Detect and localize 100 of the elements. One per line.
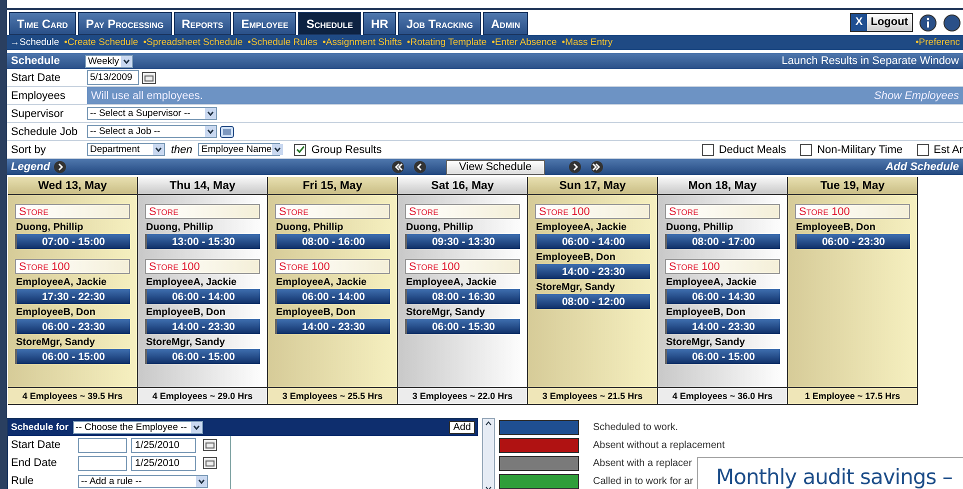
legend-label: Absent without a replacement [593, 440, 725, 450]
shift-bar[interactable]: 14:00 - 23:30 [535, 264, 650, 279]
time-field[interactable] [78, 456, 127, 470]
checkbox[interactable] [800, 144, 812, 156]
view-schedule-button[interactable]: View Schedule [446, 160, 545, 174]
calendar-icon[interactable] [203, 439, 217, 451]
employee-select[interactable]: -- Choose the Employee -- [72, 421, 203, 434]
day-header: Sat 16, May [398, 177, 527, 195]
field-label: Supervisor [10, 108, 65, 120]
section-title: Schedule [11, 55, 61, 67]
arrow-right-icon[interactable] [568, 161, 581, 173]
shift-bar[interactable]: 06:00 - 15:00 [665, 349, 780, 364]
arrow-right-icon[interactable] [54, 161, 66, 173]
nav-tab[interactable]: HR [362, 12, 396, 35]
supervisor-select[interactable]: -- Select a Supervisor -- [87, 107, 217, 120]
shift-bar[interactable]: 14:00 - 23:30 [275, 319, 390, 334]
subnav-link[interactable]: •Assignment Shifts [322, 37, 402, 48]
nav-tab[interactable]: Schedule [298, 12, 361, 35]
checkbox[interactable] [294, 144, 306, 156]
shift-bar[interactable]: 17:30 - 22:30 [15, 289, 130, 304]
employee-name: EmployeeB, Don [666, 307, 746, 318]
store-label: Store 100 [15, 259, 130, 274]
launch-link[interactable]: Launch Results in Separate Window [782, 55, 959, 67]
day-header: Mon 18, May [658, 177, 787, 195]
dropdown-caret-icon [272, 144, 283, 155]
calendar-icon[interactable] [142, 72, 156, 84]
shift-bar[interactable]: 06:00 - 14:00 [145, 289, 260, 304]
shift-bar[interactable]: 14:00 - 23:30 [145, 319, 260, 334]
shift-bar[interactable]: 07:00 - 15:00 [15, 234, 130, 249]
shift-bar[interactable]: 06:00 - 23:30 [795, 234, 910, 249]
shift-bar[interactable]: 14:00 - 23:30 [665, 319, 780, 334]
logout-button[interactable]: X Logout [850, 13, 913, 32]
sort-select[interactable]: Employee Name [198, 143, 280, 156]
checkbox[interactable] [702, 144, 714, 156]
add-button[interactable]: Add [449, 421, 475, 434]
store-label: Store [405, 204, 520, 219]
checkbox-label: Deduct Meals [718, 144, 786, 156]
shift-bar[interactable]: 08:00 - 16:00 [275, 234, 390, 249]
store-label: Store [275, 204, 390, 219]
shift-bar[interactable]: 06:00 - 15:00 [145, 349, 260, 364]
date-field[interactable]: 5/13/2009 [87, 70, 139, 85]
shift-bar[interactable]: 06:00 - 15:00 [15, 349, 130, 364]
sort-select[interactable]: Department [87, 143, 165, 156]
checkbox-label: Est Ar [934, 144, 963, 156]
checkbox[interactable] [916, 144, 929, 156]
subnav-link[interactable]: •Enter Absence [492, 37, 557, 48]
field-label: Sort by [10, 144, 47, 156]
shift-bar[interactable]: 06:00 - 14:00 [275, 289, 390, 304]
subnav-link[interactable]: •Spreadsheet Schedule [143, 37, 243, 48]
employee-name: Duong, Phillip [16, 222, 84, 233]
scrollbar[interactable] [482, 418, 495, 489]
employee-name: EmployeeB, Don [16, 307, 96, 318]
nav-tab[interactable]: Time Card [9, 12, 76, 35]
shift-bar[interactable]: 06:00 - 14:00 [535, 234, 650, 249]
store-label: Store [665, 204, 780, 219]
shift-bar[interactable]: 08:00 - 12:00 [535, 294, 650, 309]
shift-bar[interactable]: 06:00 - 15:30 [405, 319, 520, 334]
shift-bar[interactable]: 08:00 - 16:30 [405, 289, 520, 304]
calendar-icon[interactable] [203, 457, 217, 469]
add-schedule-link[interactable]: Add Schedule [886, 161, 959, 173]
scroll-up-icon[interactable] [484, 419, 493, 428]
list-icon[interactable] [220, 126, 234, 138]
subnav-link[interactable]: •Mass Entry [562, 37, 613, 48]
dropdown-caret-icon [196, 476, 207, 486]
view-select[interactable]: Weekly [85, 54, 133, 68]
employee-name: EmployeeA, Jackie [666, 277, 758, 288]
preferences-link[interactable]: •Preferenc [915, 37, 960, 48]
shift-bar[interactable]: 13:00 - 15:30 [145, 234, 260, 249]
employee-name: EmployeeA, Jackie [536, 222, 628, 233]
checkbox-label: Group Results [311, 144, 382, 156]
employee-name: Duong, Phillip [276, 222, 344, 233]
subnav-link[interactable]: •Create Schedule [64, 37, 138, 48]
nav-tab[interactable]: Admin [483, 12, 528, 35]
date-field[interactable]: 1/25/2010 [131, 438, 196, 452]
subnav-link[interactable]: •Schedule Rules [248, 37, 318, 48]
date-field[interactable]: 1/25/2010 [131, 456, 196, 470]
store-label: Store 100 [145, 259, 260, 274]
shift-bar[interactable]: 09:30 - 13:30 [405, 234, 520, 249]
nav-tab[interactable]: Pay Processing [78, 12, 172, 35]
shift-bar[interactable]: 08:00 - 17:00 [665, 234, 780, 249]
rule-select[interactable]: -- Add a rule -- [78, 474, 208, 488]
employee-name: StoreMgr, Sandy [406, 307, 486, 318]
employee-name: EmployeeB, Don [146, 307, 226, 318]
legend-toggle[interactable]: Legend [11, 161, 50, 173]
subnav-link[interactable]: •Rotating Template [406, 37, 487, 48]
day-header: Sun 17, May [528, 177, 657, 195]
shift-bar[interactable]: 06:00 - 23:30 [15, 319, 130, 334]
subnav-link[interactable]: →Schedule [10, 37, 60, 48]
arrow-left-icon[interactable] [414, 161, 426, 173]
nav-tab[interactable]: Job Tracking [398, 12, 481, 35]
store-label: Store 100 [795, 204, 910, 219]
nav-tab[interactable]: Reports [174, 12, 232, 35]
job-select[interactable]: -- Select a Job -- [87, 125, 217, 138]
employee-name: StoreMgr, Sandy [146, 337, 226, 348]
employee-name: Duong, Phillip [406, 222, 474, 233]
time-field[interactable] [78, 438, 127, 452]
info-icon[interactable] [919, 14, 937, 32]
shift-bar[interactable]: 06:00 - 14:30 [665, 289, 780, 304]
field-label: Start Date [10, 439, 62, 451]
nav-tab[interactable]: Employee [233, 12, 296, 35]
